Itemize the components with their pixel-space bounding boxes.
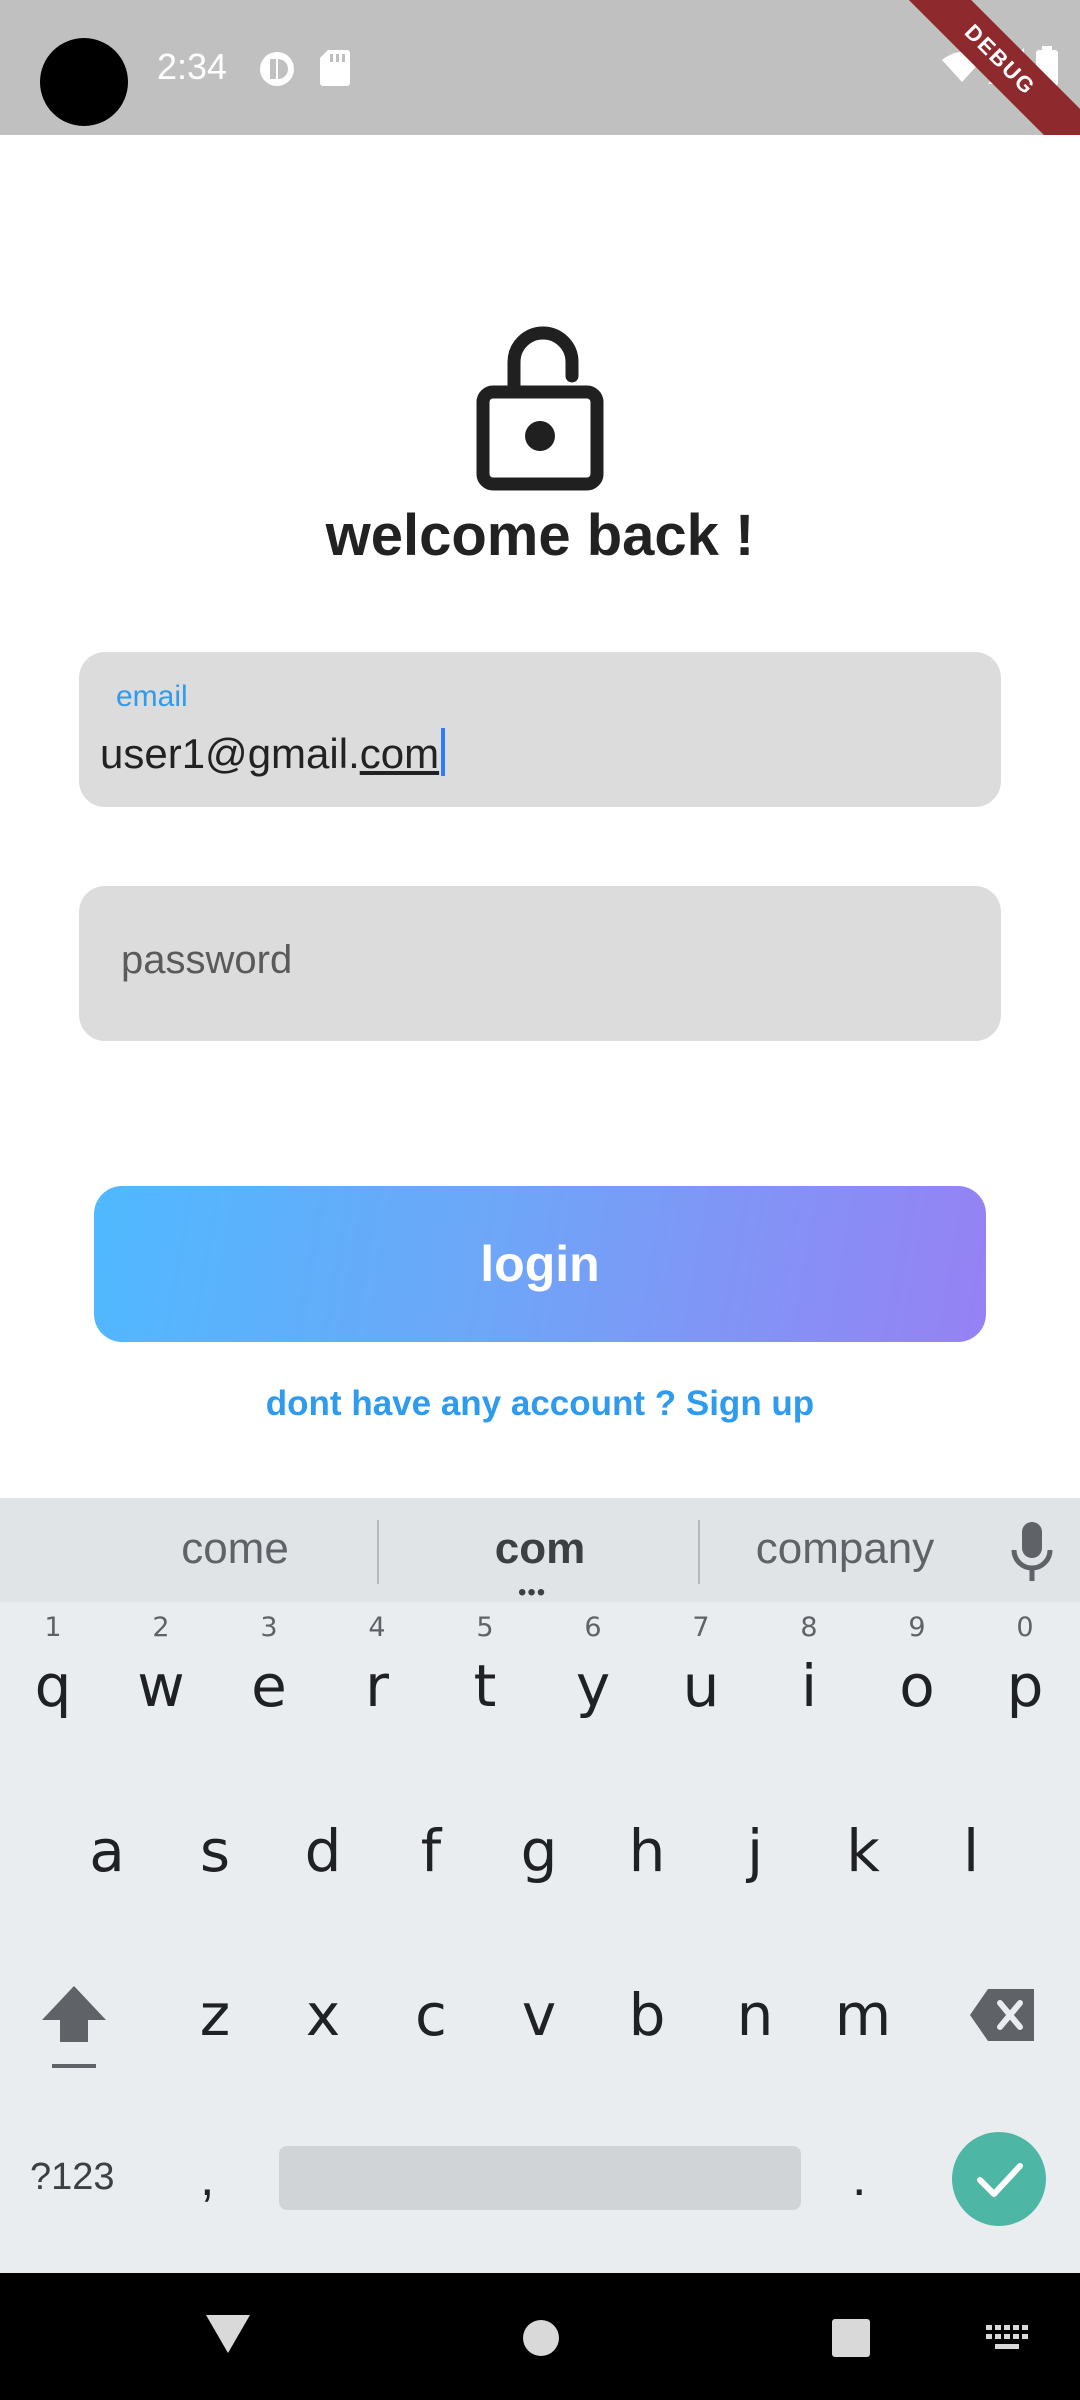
key-label: n — [736, 1981, 774, 2049]
period-key[interactable]: . — [852, 2148, 866, 2208]
key-e[interactable]: e3 — [215, 1612, 323, 1720]
camera-cutout — [40, 38, 128, 126]
enter-key[interactable] — [952, 2132, 1046, 2226]
key-o[interactable]: o9 — [863, 1612, 971, 1720]
key-s[interactable]: s — [161, 1817, 269, 1885]
key-label: i — [800, 1652, 818, 1720]
home-nav-icon[interactable] — [522, 2319, 560, 2357]
key-label: b — [628, 1981, 666, 2049]
check-icon — [977, 2163, 1023, 2197]
suggestion-com[interactable]: com — [390, 1524, 690, 1574]
key-hint: 9 — [908, 1612, 926, 1643]
key-label: a — [89, 1817, 125, 1885]
key-hint: 3 — [260, 1612, 278, 1643]
suggestion-bar: come com company ••• — [0, 1498, 1080, 1606]
key-label: z — [199, 1981, 231, 2049]
key-label: w — [137, 1652, 185, 1720]
signup-link[interactable]: dont have any account ? Sign up — [0, 1384, 1080, 1424]
email-label: email — [116, 680, 188, 713]
key-q[interactable]: q1 — [0, 1612, 107, 1720]
key-label: u — [682, 1652, 720, 1720]
key-j[interactable]: j — [701, 1817, 809, 1885]
back-nav-icon[interactable] — [206, 2315, 250, 2355]
key-u[interactable]: u7 — [647, 1612, 755, 1720]
key-g[interactable]: g — [485, 1817, 593, 1885]
key-k[interactable]: k — [809, 1817, 917, 1885]
comma-key[interactable]: , — [200, 2148, 214, 2208]
key-t[interactable]: t5 — [431, 1612, 539, 1720]
key-hint: 1 — [44, 1612, 62, 1643]
key-label: q — [34, 1652, 72, 1720]
login-button[interactable]: login — [94, 1186, 986, 1342]
key-label: c — [415, 1981, 447, 2049]
page-title: welcome back ! — [325, 503, 755, 568]
key-label: y — [575, 1652, 611, 1720]
key-hint: 6 — [584, 1612, 602, 1643]
data-saver-icon — [260, 52, 294, 86]
key-y[interactable]: y6 — [539, 1612, 647, 1720]
key-r[interactable]: r4 — [323, 1612, 431, 1720]
backspace-icon[interactable] — [968, 1985, 1038, 2045]
text-cursor — [441, 728, 446, 776]
key-d[interactable]: d — [269, 1817, 377, 1885]
key-m[interactable]: m — [809, 1981, 917, 2049]
key-label: m — [834, 1981, 892, 2049]
key-c[interactable]: c — [377, 1981, 485, 2049]
key-l[interactable]: l — [917, 1817, 1025, 1885]
key-hint: 4 — [368, 1612, 386, 1643]
key-label: d — [304, 1817, 342, 1885]
suggestion-come[interactable]: come — [80, 1524, 390, 1574]
microphone-icon[interactable] — [1010, 1522, 1054, 1584]
key-hint: 7 — [692, 1612, 710, 1643]
email-composing-text: com — [359, 730, 440, 777]
key-hint: 2 — [152, 1612, 170, 1643]
key-label: x — [305, 1981, 341, 2049]
email-value[interactable]: user1@gmail.com — [100, 728, 446, 778]
key-label: k — [846, 1817, 880, 1885]
status-time: 2:34 — [157, 46, 228, 87]
keyboard-switch-icon[interactable] — [986, 2325, 1028, 2353]
password-field[interactable]: password — [79, 886, 1001, 1041]
key-label: p — [1006, 1652, 1044, 1720]
shift-icon[interactable] — [38, 1980, 110, 2074]
key-z[interactable]: z — [161, 1981, 269, 2049]
symbols-key[interactable]: ?123 — [30, 2156, 115, 2199]
email-field[interactable]: email user1@gmail.com — [79, 652, 1001, 807]
email-value-text: user1@gmail. — [100, 730, 360, 777]
key-w[interactable]: w2 — [107, 1612, 215, 1720]
suggestion-divider — [377, 1520, 379, 1584]
sd-card-icon — [320, 50, 350, 86]
key-label: v — [521, 1981, 557, 2049]
key-label: j — [746, 1817, 764, 1885]
key-label: o — [899, 1652, 935, 1720]
key-label: t — [473, 1652, 497, 1720]
key-hint: 8 — [800, 1612, 818, 1643]
key-f[interactable]: f — [377, 1817, 485, 1885]
key-label: s — [199, 1817, 231, 1885]
key-n[interactable]: n — [701, 1981, 809, 2049]
key-hint: 0 — [1016, 1612, 1034, 1643]
key-label: l — [962, 1817, 980, 1885]
space-key[interactable] — [279, 2146, 801, 2210]
lock-open-icon — [476, 326, 604, 491]
recents-nav-icon[interactable] — [832, 2319, 870, 2357]
status-bar: 2:34 DEBUG — [0, 0, 1080, 135]
key-label: h — [628, 1817, 666, 1885]
key-label: r — [365, 1652, 389, 1720]
more-suggestions-dots: ••• — [518, 1579, 547, 1606]
navigation-bar — [0, 2273, 1080, 2400]
key-v[interactable]: v — [485, 1981, 593, 2049]
key-x[interactable]: x — [269, 1981, 377, 2049]
key-label: f — [420, 1817, 442, 1885]
key-label: e — [251, 1652, 287, 1720]
key-label: g — [520, 1817, 558, 1885]
key-b[interactable]: b — [593, 1981, 701, 2049]
password-placeholder: password — [121, 938, 293, 982]
key-hint: 5 — [476, 1612, 494, 1643]
key-a[interactable]: a — [53, 1817, 161, 1885]
suggestion-company[interactable]: company — [700, 1524, 990, 1574]
key-h[interactable]: h — [593, 1817, 701, 1885]
key-i[interactable]: i8 — [755, 1612, 863, 1720]
key-p[interactable]: p0 — [971, 1612, 1079, 1720]
